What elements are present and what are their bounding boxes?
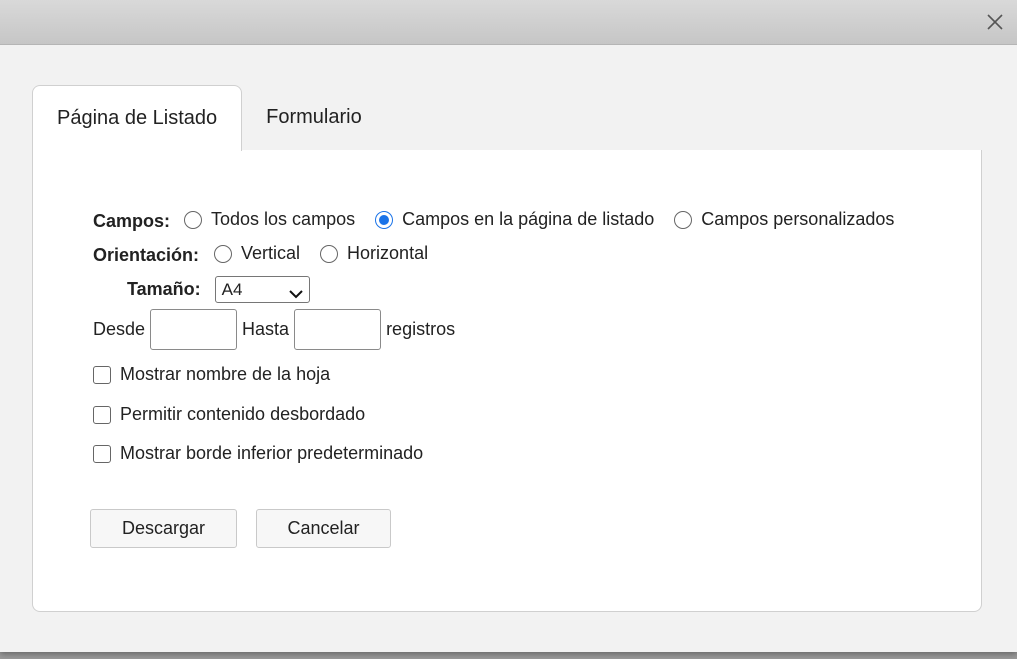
fields-label: Campos: — [93, 211, 171, 231]
checkbox-allow-overflow[interactable] — [93, 405, 111, 424]
checkbox-label: Mostrar borde inferior predeterminado — [120, 443, 424, 463]
orientation-option-horizontal[interactable]: Horizontal — [320, 243, 428, 264]
radio-listing-fields[interactable] — [375, 210, 394, 229]
size-select[interactable]: A4 — [214, 276, 310, 304]
close-icon[interactable] — [985, 12, 1005, 32]
radio-all-fields[interactable] — [184, 210, 203, 229]
orientation-row: Orientación: Vertical Horizontal — [93, 241, 448, 266]
orientation-label: Orientación: — [93, 245, 200, 265]
dialog-titlebar — [0, 0, 1017, 45]
tab-bar: Página de Listado Formulario — [32, 85, 386, 151]
export-dialog: Página de Listado Formulario Campos: Tod… — [0, 0, 1017, 652]
range-row: Desde Hasta registros — [93, 309, 455, 350]
checkbox-default-bottom-border[interactable] — [93, 444, 111, 463]
download-button[interactable]: Descargar — [90, 509, 237, 548]
checkbox-allow-overflow-row[interactable]: Permitir contenido desbordado — [93, 404, 365, 425]
radio-vertical[interactable] — [214, 244, 233, 263]
cancel-button[interactable]: Cancelar — [256, 509, 391, 548]
from-input[interactable] — [150, 309, 238, 350]
fields-row: Campos: Todos los campos Campos en la pá… — [93, 207, 914, 232]
radio-label: Campos en la página de listado — [402, 209, 655, 229]
fields-option-custom[interactable]: Campos personalizados — [674, 209, 894, 230]
checkbox-label: Permitir contenido desbordado — [120, 404, 366, 424]
checkbox-label: Mostrar nombre de la hoja — [120, 364, 331, 384]
size-row: Tamaño: A4 — [127, 276, 310, 303]
to-input[interactable] — [294, 309, 382, 350]
tab-listing-page[interactable]: Página de Listado — [32, 85, 243, 151]
fields-option-all[interactable]: Todos los campos — [184, 209, 355, 230]
tab-form[interactable]: Formulario — [242, 85, 386, 150]
radio-label: Vertical — [241, 243, 301, 263]
to-label: Hasta — [242, 319, 290, 339]
checkbox-show-sheet-name-row[interactable]: Mostrar nombre de la hoja — [93, 364, 330, 385]
records-label: registros — [386, 319, 456, 339]
size-select-value: A4 — [221, 279, 243, 299]
radio-label: Horizontal — [347, 243, 429, 263]
checkbox-default-bottom-border-row[interactable]: Mostrar borde inferior predeterminado — [93, 443, 423, 464]
radio-label: Todos los campos — [211, 209, 356, 229]
from-label: Desde — [93, 319, 146, 339]
fields-option-listing[interactable]: Campos en la página de listado — [375, 209, 654, 230]
chevron-down-icon — [288, 284, 303, 304]
radio-horizontal[interactable] — [320, 244, 339, 263]
radio-label: Campos personalizados — [701, 209, 895, 229]
size-label: Tamaño: — [127, 279, 201, 299]
checkbox-show-sheet-name[interactable] — [93, 365, 111, 384]
orientation-option-vertical[interactable]: Vertical — [214, 243, 300, 264]
radio-custom-fields[interactable] — [674, 210, 693, 229]
